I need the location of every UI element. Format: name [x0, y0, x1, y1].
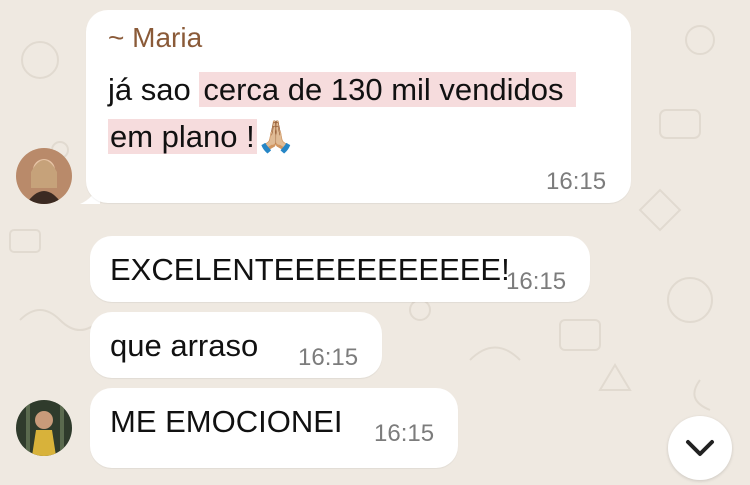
message-line: já sao cerca de 130 mil vendidos [108, 72, 576, 108]
message-text: EXCELENTEEEEEEEEEEE! [110, 252, 510, 287]
highlighted-text: cerca de 130 mil vendidos [199, 72, 576, 107]
message-bubble[interactable]: que arraso 16:15 [90, 312, 382, 378]
chevron-down-icon [686, 440, 714, 456]
avatar[interactable] [16, 148, 72, 204]
message-text: já sao [108, 72, 200, 107]
message-bubble[interactable]: ME EMOCIONEI 16:15 [90, 388, 458, 468]
message-timestamp: 16:15 [374, 420, 435, 447]
message-timestamp: 16:15 [506, 268, 567, 295]
message-bubble[interactable]: EXCELENTEEEEEEEEEEE! 16:15 [90, 236, 590, 302]
scroll-to-bottom-button[interactable] [668, 416, 732, 480]
sender-name[interactable]: ~ Maria [108, 22, 202, 54]
message-bubble[interactable]: ~ Maria já sao cerca de 130 mil vendidos… [86, 10, 631, 203]
message-line: em plano !🙏🏼 [108, 118, 295, 155]
message-text: que arraso [110, 328, 259, 363]
message-timestamp: 16:15 [546, 168, 607, 195]
avatar[interactable] [16, 400, 72, 456]
highlighted-text: em plano ! [108, 119, 257, 154]
pray-emoji: 🙏🏼 [256, 119, 296, 154]
message-text: ME EMOCIONEI [110, 404, 343, 439]
message-timestamp: 16:15 [298, 344, 359, 371]
